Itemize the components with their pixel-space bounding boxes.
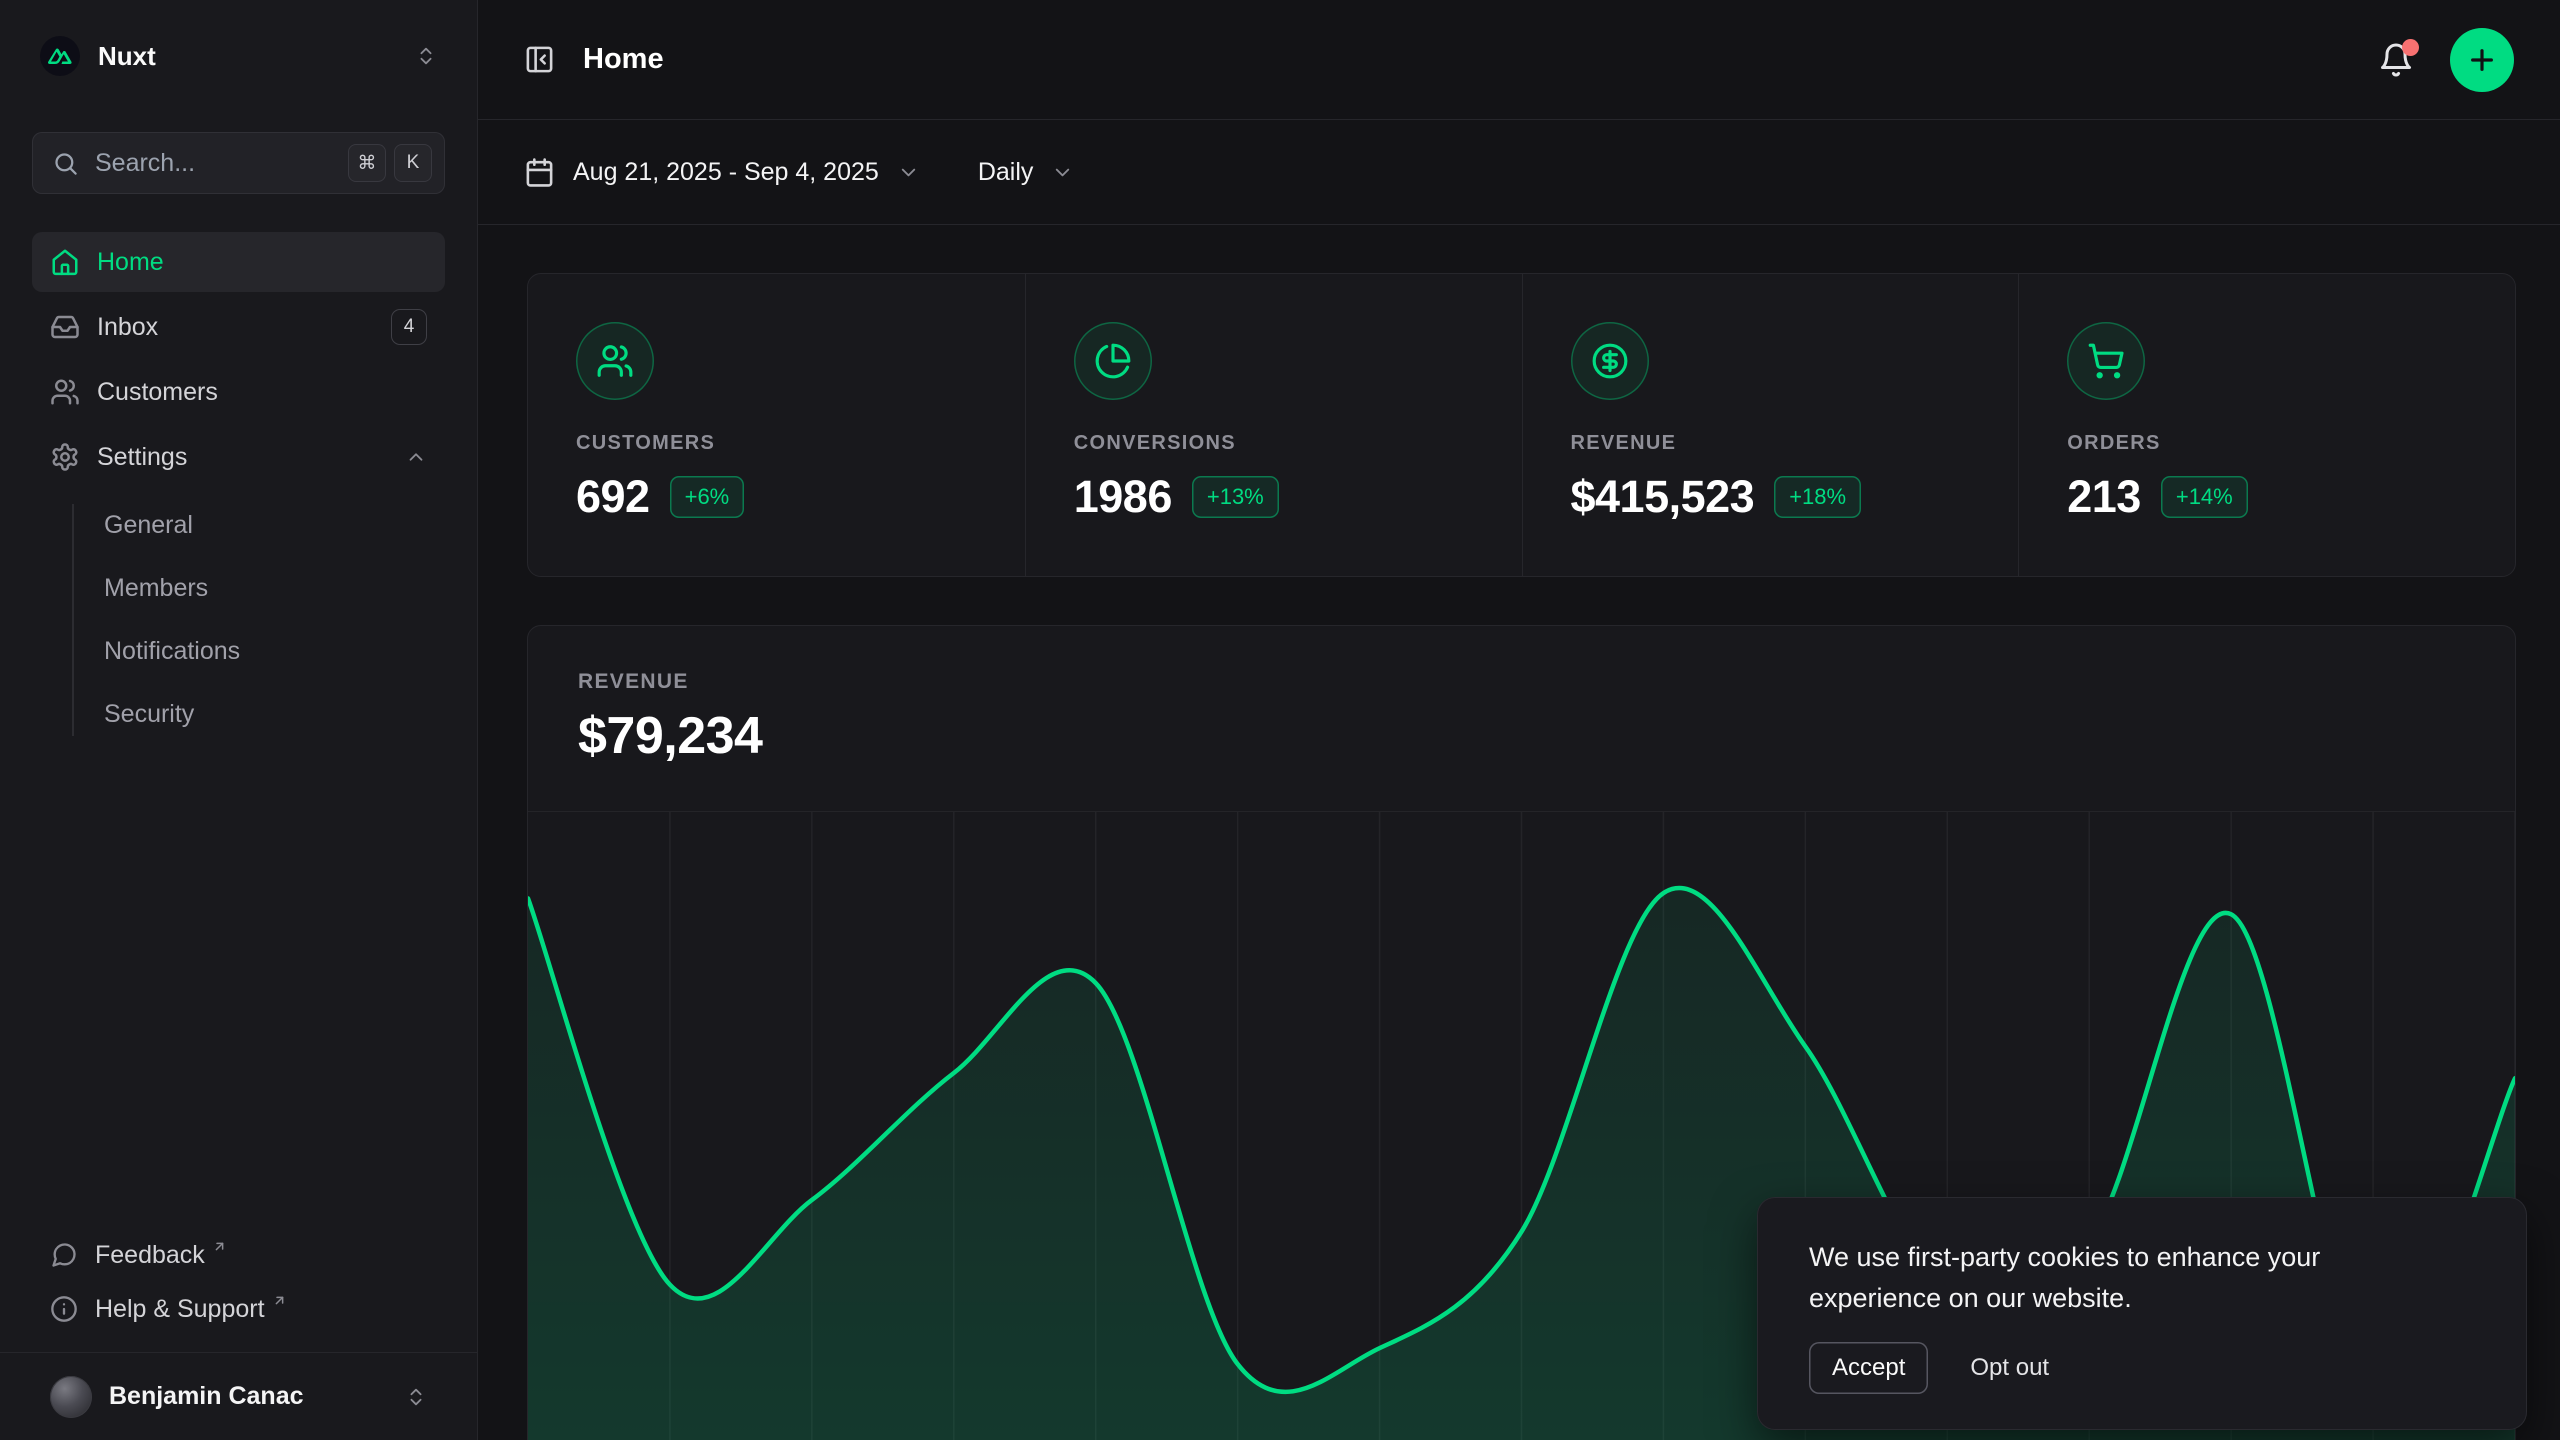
inbox-unread-badge: 4 (391, 309, 427, 345)
stat-card-customers[interactable]: CUSTOMERS 692 +6% (528, 274, 1025, 576)
stat-value: $415,523 (1571, 471, 1755, 523)
sidebar-footer: Feedback Help & Support (0, 1228, 477, 1352)
stat-value: 692 (576, 471, 650, 523)
nuxt-logo-icon (40, 36, 80, 76)
chevrons-up-down-icon (405, 1386, 427, 1408)
settings-subnav: General Members Notifications Security (32, 496, 445, 744)
inbox-icon (50, 312, 80, 342)
stat-card-orders[interactable]: ORDERS 213 +14% (2018, 274, 2515, 576)
sidebar-item-feedback[interactable]: Feedback (32, 1228, 445, 1282)
sidebar-item-home[interactable]: Home (32, 232, 445, 292)
stat-label: REVENUE (1571, 432, 2019, 455)
search-shortcut: ⌘ K (348, 144, 432, 182)
stat-label: CONVERSIONS (1074, 432, 1522, 455)
workspace-name: Nuxt (98, 41, 156, 72)
granularity-value: Daily (978, 158, 1034, 187)
sidebar-item-security[interactable]: Security (32, 685, 445, 744)
sidebar-item-notifications[interactable]: Notifications (32, 622, 445, 681)
panel-left-close-icon (524, 44, 555, 75)
external-link-icon (212, 1239, 227, 1254)
users-icon (576, 322, 654, 400)
stat-delta-badge: +6% (670, 476, 745, 518)
sidebar-item-help-support[interactable]: Help & Support (32, 1282, 445, 1336)
user-menu[interactable]: Benjamin Canac (0, 1352, 477, 1440)
sub-item-label: Members (104, 574, 208, 603)
revenue-chart-label: REVENUE (578, 670, 2515, 694)
sidebar-nav: Home Inbox 4 Customers Settings Ge (0, 232, 477, 744)
sidebar-item-label: Inbox (97, 313, 158, 342)
accept-cookies-button[interactable]: Accept (1809, 1342, 1928, 1394)
gear-icon (50, 442, 80, 472)
message-bubble-icon (50, 1241, 78, 1269)
sidebar-item-label: Customers (97, 378, 218, 407)
sub-item-label: General (104, 511, 193, 540)
page-title: Home (583, 43, 664, 76)
stat-delta-badge: +13% (1192, 476, 1279, 518)
calendar-icon (524, 157, 555, 188)
chevron-down-icon (1051, 161, 1074, 184)
stat-value: 213 (2067, 471, 2141, 523)
stat-label: CUSTOMERS (576, 432, 1025, 455)
search-icon (52, 150, 79, 177)
sidebar-item-settings[interactable]: Settings (32, 427, 445, 487)
shopping-cart-icon (2067, 322, 2145, 400)
footer-item-label: Help & Support (95, 1295, 265, 1324)
sidebar-item-members[interactable]: Members (32, 559, 445, 618)
footer-item-label: Feedback (95, 1241, 205, 1270)
users-icon (50, 377, 80, 407)
stat-value: 1986 (1074, 471, 1172, 523)
notifications-button[interactable] (2378, 42, 2414, 78)
avatar (50, 1376, 92, 1418)
stat-card-revenue[interactable]: REVENUE $415,523 +18% (1522, 274, 2019, 576)
sub-item-label: Notifications (104, 637, 240, 666)
kbd-meta: ⌘ (348, 144, 386, 182)
date-range-value: Aug 21, 2025 - Sep 4, 2025 (573, 158, 879, 187)
filters-toolbar: Aug 21, 2025 - Sep 4, 2025 Daily (478, 120, 2560, 225)
cookie-banner: We use first-party cookies to enhance yo… (1757, 1197, 2527, 1430)
collapse-sidebar-button[interactable] (524, 44, 555, 75)
granularity-select[interactable]: Daily (978, 158, 1075, 187)
kbd-key: K (394, 144, 432, 182)
user-name: Benjamin Canac (109, 1382, 304, 1411)
chevrons-up-down-icon (415, 45, 437, 67)
workspace-switcher[interactable]: Nuxt (32, 26, 445, 86)
search-placeholder: Search... (95, 149, 195, 178)
external-link-icon (272, 1293, 287, 1308)
stat-label: ORDERS (2067, 432, 2515, 455)
home-icon (50, 247, 80, 277)
info-circle-icon (50, 1295, 78, 1323)
search-input[interactable]: Search... ⌘ K (32, 132, 445, 194)
sub-item-label: Security (104, 700, 194, 729)
stat-delta-badge: +18% (1774, 476, 1861, 518)
chevron-up-icon (405, 446, 427, 468)
plus-icon (2466, 44, 2498, 76)
pie-chart-icon (1074, 322, 1152, 400)
notification-dot (2402, 39, 2419, 56)
sidebar: Nuxt Search... ⌘ K Home (0, 0, 478, 1440)
optout-cookies-button[interactable]: Opt out (1970, 1354, 2049, 1382)
sidebar-item-label: Settings (97, 443, 187, 472)
sidebar-item-customers[interactable]: Customers (32, 362, 445, 422)
sidebar-item-inbox[interactable]: Inbox 4 (32, 297, 445, 357)
stat-delta-badge: +14% (2161, 476, 2248, 518)
stat-card-conversions[interactable]: CONVERSIONS 1986 +13% (1025, 274, 1522, 576)
revenue-chart-value: $79,234 (578, 706, 2515, 766)
sidebar-item-label: Home (97, 248, 164, 277)
chevron-down-icon (897, 161, 920, 184)
add-button[interactable] (2450, 28, 2514, 92)
stats-row: CUSTOMERS 692 +6% CONVERSIONS 1986 +13% (527, 273, 2516, 577)
dollar-circle-icon (1571, 322, 1649, 400)
date-range-picker[interactable]: Aug 21, 2025 - Sep 4, 2025 (524, 157, 920, 188)
cookie-message: We use first-party cookies to enhance yo… (1809, 1237, 2384, 1318)
sidebar-item-general[interactable]: General (32, 496, 445, 555)
page-header: Home (478, 0, 2560, 120)
